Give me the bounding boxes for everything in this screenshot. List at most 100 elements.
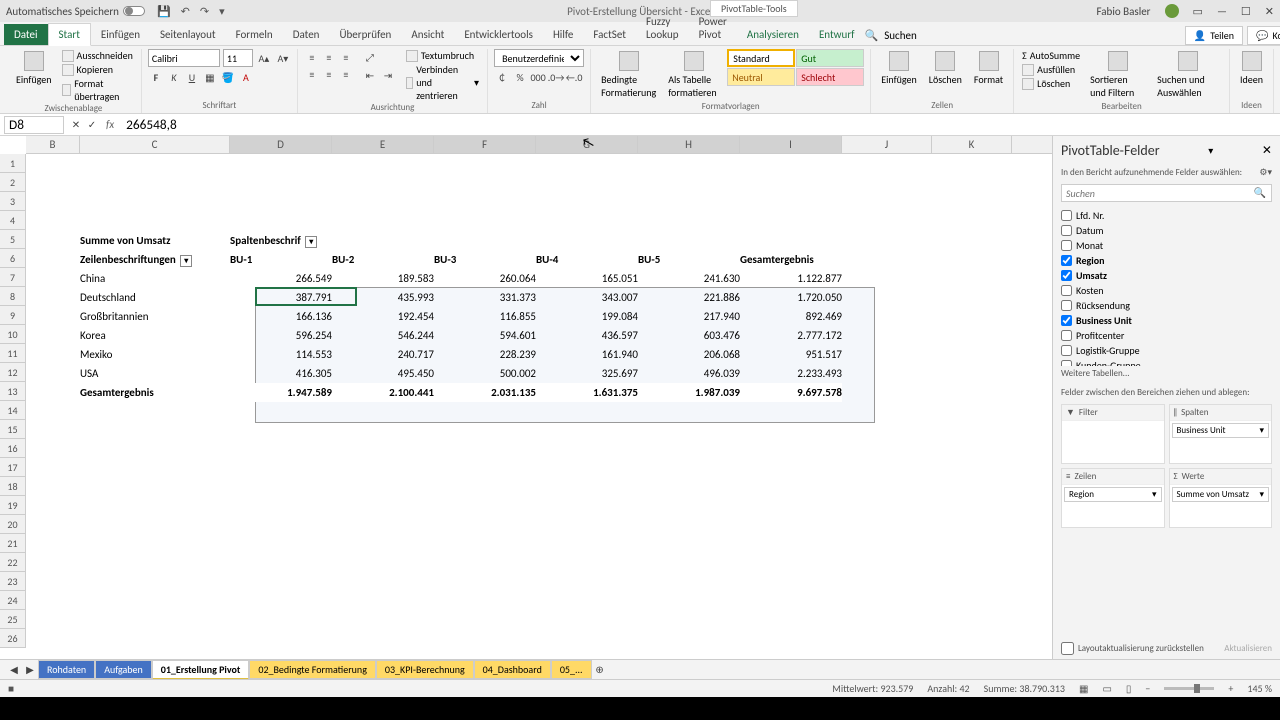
- field-checkbox[interactable]: [1061, 345, 1072, 356]
- share-button[interactable]: 👤 Teilen: [1185, 26, 1243, 45]
- enter-formula-icon[interactable]: ✓: [84, 117, 100, 133]
- fieldpane-collapse-icon[interactable]: ▾: [1208, 144, 1213, 157]
- fieldpane-close-icon[interactable]: ✕: [1262, 143, 1272, 158]
- field-checkbox[interactable]: [1061, 300, 1072, 311]
- column-header-E[interactable]: E: [332, 136, 434, 153]
- font-size-select[interactable]: [223, 49, 253, 67]
- tab-hilfe[interactable]: Hilfe: [543, 24, 583, 45]
- font-color-button[interactable]: A: [238, 69, 254, 85]
- comma-icon[interactable]: 000: [530, 69, 546, 85]
- field-item[interactable]: Monat: [1061, 238, 1272, 253]
- sheet-tab-01[interactable]: 01_Erstellung Pivot: [152, 660, 250, 680]
- fieldpane-settings-icon[interactable]: ⚙▾: [1259, 167, 1272, 178]
- tab-daten[interactable]: Daten: [283, 24, 330, 45]
- zoom-out-icon[interactable]: −: [1145, 682, 1150, 695]
- tab-fuzzy[interactable]: Fuzzy Lookup: [636, 11, 689, 45]
- close-icon[interactable]: ✕: [1265, 5, 1274, 18]
- field-checkbox[interactable]: [1061, 225, 1072, 236]
- paste-button[interactable]: Einfügen: [12, 49, 56, 88]
- column-header-B[interactable]: B: [26, 136, 80, 153]
- maximize-icon[interactable]: ☐: [1241, 5, 1251, 18]
- field-checkbox[interactable]: [1061, 315, 1072, 326]
- row-header-11[interactable]: 11: [0, 344, 26, 363]
- tab-start[interactable]: Start: [48, 23, 91, 46]
- align-center-icon[interactable]: ≡: [321, 66, 337, 82]
- worksheet-grid[interactable]: BCDEFGHIJK 12345678910111213141516171819…: [0, 136, 1052, 659]
- field-checkbox[interactable]: [1061, 255, 1072, 266]
- area-rows[interactable]: ≡ Zeilen Region▾: [1061, 468, 1165, 528]
- undo-icon[interactable]: ↶: [181, 5, 190, 18]
- sort-filter-button[interactable]: Sortieren und Filtern: [1086, 49, 1149, 101]
- qat-dropdown-icon[interactable]: ▾: [219, 5, 225, 18]
- field-checkbox[interactable]: [1061, 240, 1072, 251]
- copy-button[interactable]: Kopieren: [60, 63, 135, 76]
- column-header-K[interactable]: K: [932, 136, 1012, 153]
- zoom-slider[interactable]: [1164, 687, 1214, 690]
- field-item[interactable]: Profitcenter: [1061, 328, 1272, 343]
- indent-dec-icon[interactable]: ⇤: [362, 67, 378, 83]
- row-header-25[interactable]: 25: [0, 610, 26, 629]
- row-header-4[interactable]: 4: [0, 211, 26, 230]
- field-item[interactable]: Business Unit: [1061, 313, 1272, 328]
- field-item[interactable]: Region: [1061, 253, 1272, 268]
- cut-button[interactable]: Ausschneiden: [60, 49, 135, 62]
- name-box[interactable]: [4, 116, 64, 134]
- row-header-21[interactable]: 21: [0, 534, 26, 553]
- tab-powerpivot[interactable]: Power Pivot: [689, 11, 737, 45]
- font-name-select[interactable]: [148, 49, 220, 67]
- row-header-3[interactable]: 3: [0, 192, 26, 211]
- area-columns-item[interactable]: Business Unit▾: [1172, 423, 1270, 438]
- sheet-tab-04[interactable]: 04_Dashboard: [474, 660, 551, 679]
- row-header-10[interactable]: 10: [0, 325, 26, 344]
- user-avatar-icon[interactable]: [1165, 4, 1179, 18]
- fill-color-button[interactable]: 🪣: [220, 69, 236, 85]
- defer-layout-checkbox[interactable]: [1061, 642, 1074, 655]
- format-as-table-button[interactable]: Als Tabelle formatieren: [664, 49, 723, 101]
- autosave-toggle[interactable]: [123, 6, 145, 16]
- merge-center-button[interactable]: Verbinden und zentrieren ▾: [404, 63, 481, 102]
- tab-einfuegen[interactable]: Einfügen: [91, 24, 150, 45]
- field-checkbox[interactable]: [1061, 330, 1072, 341]
- delete-cells-button[interactable]: Löschen: [925, 49, 966, 88]
- field-checkbox[interactable]: [1061, 270, 1072, 281]
- currency-icon[interactable]: ₵: [494, 69, 510, 85]
- format-cells-button[interactable]: Format: [970, 49, 1007, 88]
- field-item[interactable]: Kosten: [1061, 283, 1272, 298]
- search-icon[interactable]: 🔍: [865, 29, 879, 42]
- increase-font-icon[interactable]: A▴: [256, 50, 272, 66]
- sheet-tab-02[interactable]: 02_Bedingte Formatierung: [249, 660, 376, 679]
- tab-datei[interactable]: Datei: [4, 24, 48, 45]
- field-item[interactable]: Lfd. Nr.: [1061, 208, 1272, 223]
- area-rows-item[interactable]: Region▾: [1064, 487, 1162, 502]
- area-values-item[interactable]: Summe von Umsatz▾: [1172, 487, 1270, 502]
- tab-seitenlayout[interactable]: Seitenlayout: [150, 24, 226, 45]
- area-filter[interactable]: ▼ Filter: [1061, 404, 1165, 464]
- row-header-20[interactable]: 20: [0, 515, 26, 534]
- field-checkbox[interactable]: [1061, 285, 1072, 296]
- tab-ueberpruefen[interactable]: Überprüfen: [329, 24, 401, 45]
- sheet-tab-03[interactable]: 03_KPI-Berechnung: [376, 660, 474, 679]
- row-header-2[interactable]: 2: [0, 173, 26, 192]
- tab-ansicht[interactable]: Ansicht: [401, 24, 454, 45]
- autosum-button[interactable]: Σ AutoSumme: [1020, 49, 1082, 62]
- sheet-tab-aufgaben[interactable]: Aufgaben: [95, 660, 152, 679]
- redo-icon[interactable]: ↷: [200, 5, 209, 18]
- fieldpane-search-input[interactable]: [1061, 184, 1272, 202]
- cell-style-neutral[interactable]: Neutral: [727, 68, 795, 86]
- zoom-in-icon[interactable]: +: [1228, 682, 1233, 695]
- row-header-18[interactable]: 18: [0, 477, 26, 496]
- number-format-select[interactable]: Benutzerdefiniert: [494, 49, 584, 67]
- zoom-level[interactable]: 145 %: [1247, 682, 1272, 695]
- area-columns[interactable]: ‖ Spalten Business Unit▾: [1169, 404, 1273, 464]
- italic-button[interactable]: K: [166, 69, 182, 85]
- indent-inc-icon[interactable]: ⇥: [380, 67, 396, 83]
- sheet-nav-next-icon[interactable]: ▶: [22, 662, 38, 678]
- row-header-24[interactable]: 24: [0, 591, 26, 610]
- row-header-14[interactable]: 14: [0, 401, 26, 420]
- cell-style-standard[interactable]: Standard: [727, 49, 795, 67]
- minimize-icon[interactable]: —: [1217, 5, 1227, 18]
- format-painter-button[interactable]: Format übertragen: [60, 77, 135, 103]
- column-header-I[interactable]: I: [740, 136, 842, 153]
- column-header-H[interactable]: H: [638, 136, 740, 153]
- tab-entwickler[interactable]: Entwicklertools: [454, 24, 543, 45]
